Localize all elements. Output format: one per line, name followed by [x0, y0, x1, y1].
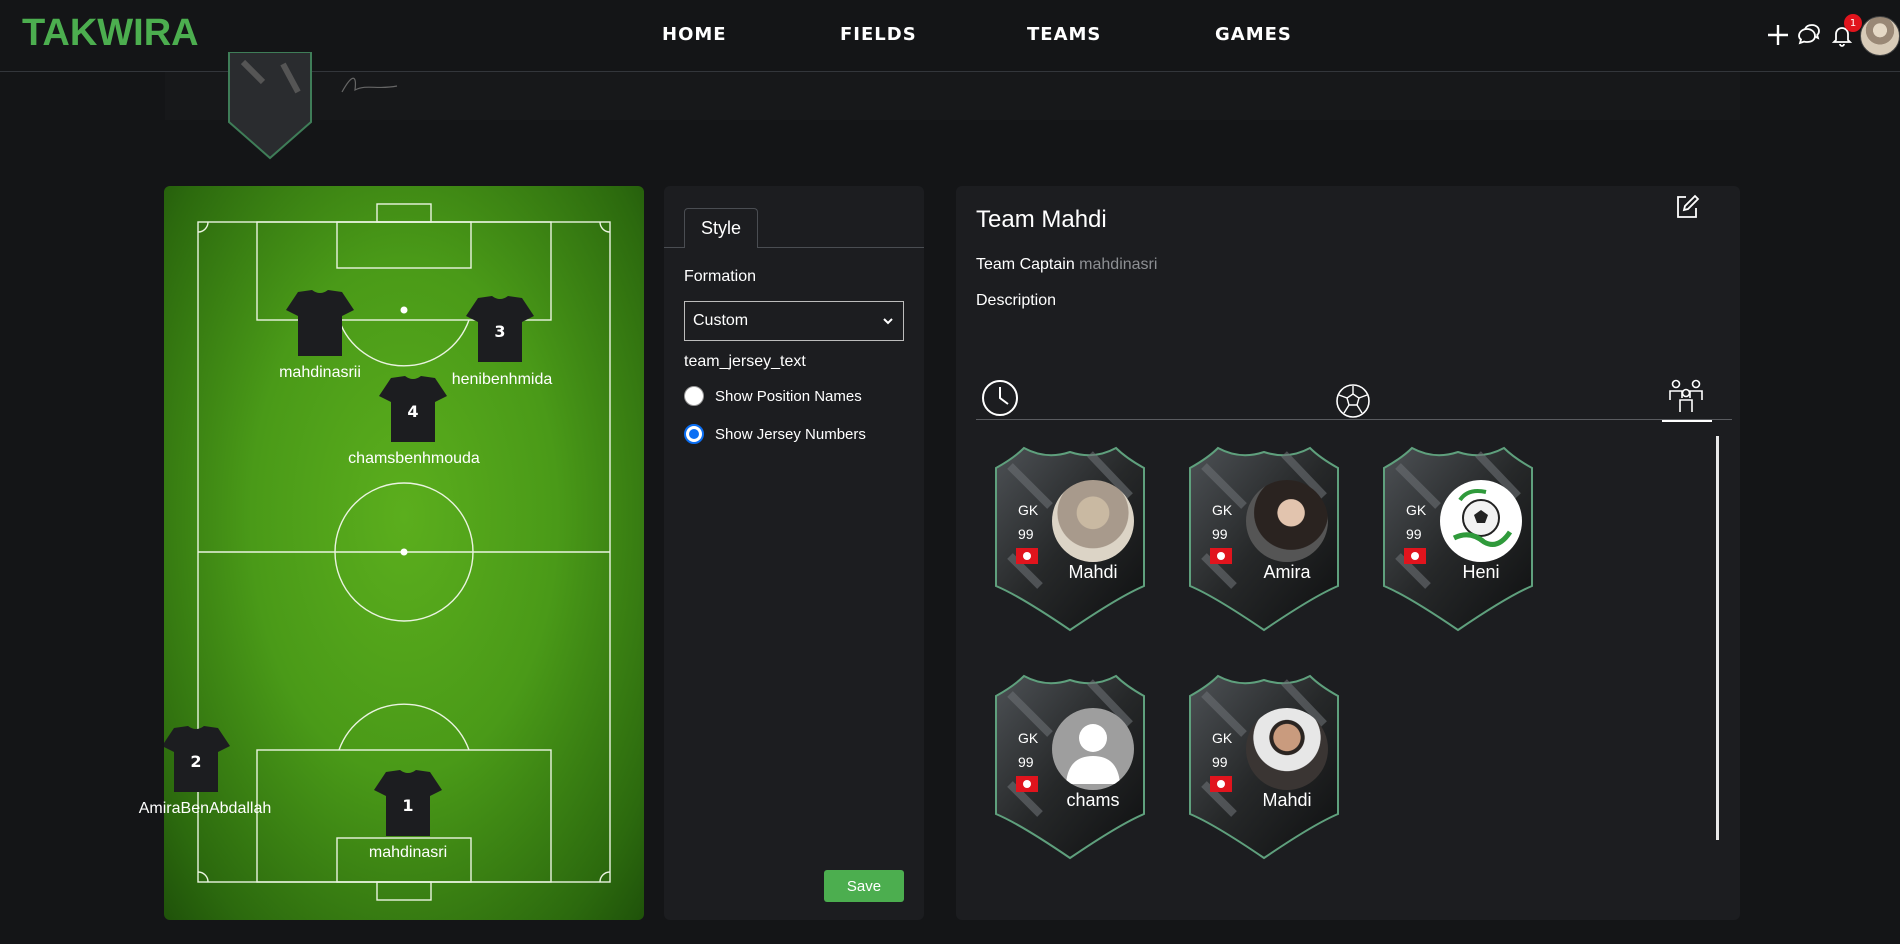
captain-label: Team Captain — [976, 256, 1075, 273]
show-jersey-numbers-radio[interactable] — [684, 424, 704, 444]
soccer-logo-icon — [1452, 489, 1513, 547]
card-rating: 99 — [1212, 526, 1228, 542]
tab-style[interactable]: Style — [684, 208, 758, 248]
show-jersey-numbers-label: Show Jersey Numbers — [715, 426, 866, 443]
player-name: mahdinasri — [368, 844, 448, 861]
nav-fields[interactable]: FIELDS — [840, 24, 1027, 45]
player-card[interactable]: GK 99 Heni — [1378, 446, 1538, 632]
team-captain: Team Captain mahdinasri — [976, 256, 1157, 274]
edit-icon[interactable] — [1672, 192, 1702, 222]
card-name: Heni — [1462, 562, 1500, 582]
player-name: AmiraBenAbdallah — [138, 800, 272, 817]
player-jersey[interactable]: 1 — [372, 768, 444, 840]
show-position-names-label: Show Position Names — [715, 388, 862, 405]
show-position-names-radio[interactable] — [684, 386, 704, 406]
card-position: GK — [1406, 502, 1427, 518]
captain-value[interactable]: mahdinasri — [1079, 256, 1157, 273]
card-name: Amira — [1263, 562, 1311, 582]
player-card[interactable]: GK 99 Amira — [1184, 446, 1344, 632]
jersey-number: 3 — [494, 322, 506, 341]
jersey-number: 2 — [190, 752, 202, 771]
scrollbar[interactable] — [1716, 436, 1719, 840]
team-members-icon[interactable] — [1668, 378, 1704, 414]
formation-value: Custom — [693, 312, 749, 329]
header-actions: 1 — [1768, 14, 1900, 56]
player-photo — [1052, 480, 1134, 562]
style-panel: Style Formation Custom team_jersey_text … — [664, 186, 924, 920]
notification-badge: 1 — [1844, 14, 1862, 32]
tunisia-flag-icon — [1210, 776, 1232, 792]
bell-icon[interactable]: 1 — [1826, 14, 1862, 54]
signature-icon — [341, 77, 398, 93]
team-banner — [165, 52, 1740, 160]
card-position: GK — [1212, 730, 1233, 746]
player-name: chamsbenhmouda — [348, 450, 480, 467]
player-card[interactable]: GK 99 Mahdi — [1184, 674, 1344, 860]
team-panel: Team Mahdi Team Captain mahdinasri Descr… — [956, 186, 1740, 920]
chat-bubbles-icon[interactable] — [1792, 16, 1824, 54]
main-nav: HOME FIELDS TEAMS GAMES — [662, 24, 1292, 45]
brand-logo[interactable]: TAKWIRA — [22, 12, 199, 55]
history-clock-icon[interactable] — [980, 378, 1020, 418]
player-jersey[interactable]: 3 — [464, 294, 536, 366]
team-crest-icon — [228, 52, 312, 160]
team-logo-photo — [1440, 480, 1522, 562]
player-name: mahdinasrii — [279, 364, 361, 381]
description-label: Description — [976, 292, 1057, 309]
card-position: GK — [1018, 502, 1039, 518]
soccer-ball-icon[interactable] — [1334, 382, 1372, 420]
card-position: GK — [1018, 730, 1039, 746]
tunisia-flag-icon — [1016, 548, 1038, 564]
plus-icon[interactable] — [1762, 16, 1794, 54]
card-rating: 99 — [1018, 754, 1034, 770]
nav-teams[interactable]: TEAMS — [1027, 24, 1215, 45]
chevron-down-icon — [883, 318, 893, 325]
player-jersey[interactable] — [284, 288, 356, 360]
save-button[interactable]: Save — [824, 870, 904, 902]
card-rating: 99 — [1018, 526, 1034, 542]
player-card[interactable]: GK 99 Mahdi — [990, 446, 1150, 632]
tunisia-flag-icon — [1016, 776, 1038, 792]
default-avatar-icon — [1052, 708, 1134, 790]
nav-games[interactable]: GAMES — [1215, 24, 1292, 45]
card-name: Mahdi — [1262, 790, 1312, 810]
player-photo — [1246, 480, 1328, 562]
card-name: chams — [1066, 790, 1120, 810]
nav-home[interactable]: HOME — [662, 24, 840, 45]
card-position: GK — [1212, 502, 1233, 518]
jersey-number: 1 — [402, 796, 414, 815]
card-name: Mahdi — [1068, 562, 1118, 582]
formation-select[interactable]: Custom — [684, 301, 904, 341]
card-rating: 99 — [1406, 526, 1422, 542]
card-rating: 99 — [1212, 754, 1228, 770]
player-jersey[interactable]: 2 — [164, 724, 232, 796]
player-name: henibenhmida — [451, 371, 553, 388]
user-avatar[interactable] — [1860, 16, 1900, 56]
formation-label: Formation — [684, 268, 757, 285]
tunisia-flag-icon — [1404, 548, 1426, 564]
player-card[interactable]: GK 99 chams — [990, 674, 1150, 860]
jersey-number: 4 — [407, 402, 419, 421]
tunisia-flag-icon — [1210, 548, 1232, 564]
team-name: Team Mahdi — [976, 206, 1107, 233]
jersey-text-label: team_jersey_text — [684, 353, 806, 370]
player-photo — [1246, 708, 1328, 790]
player-jersey[interactable]: 4 — [377, 374, 449, 446]
